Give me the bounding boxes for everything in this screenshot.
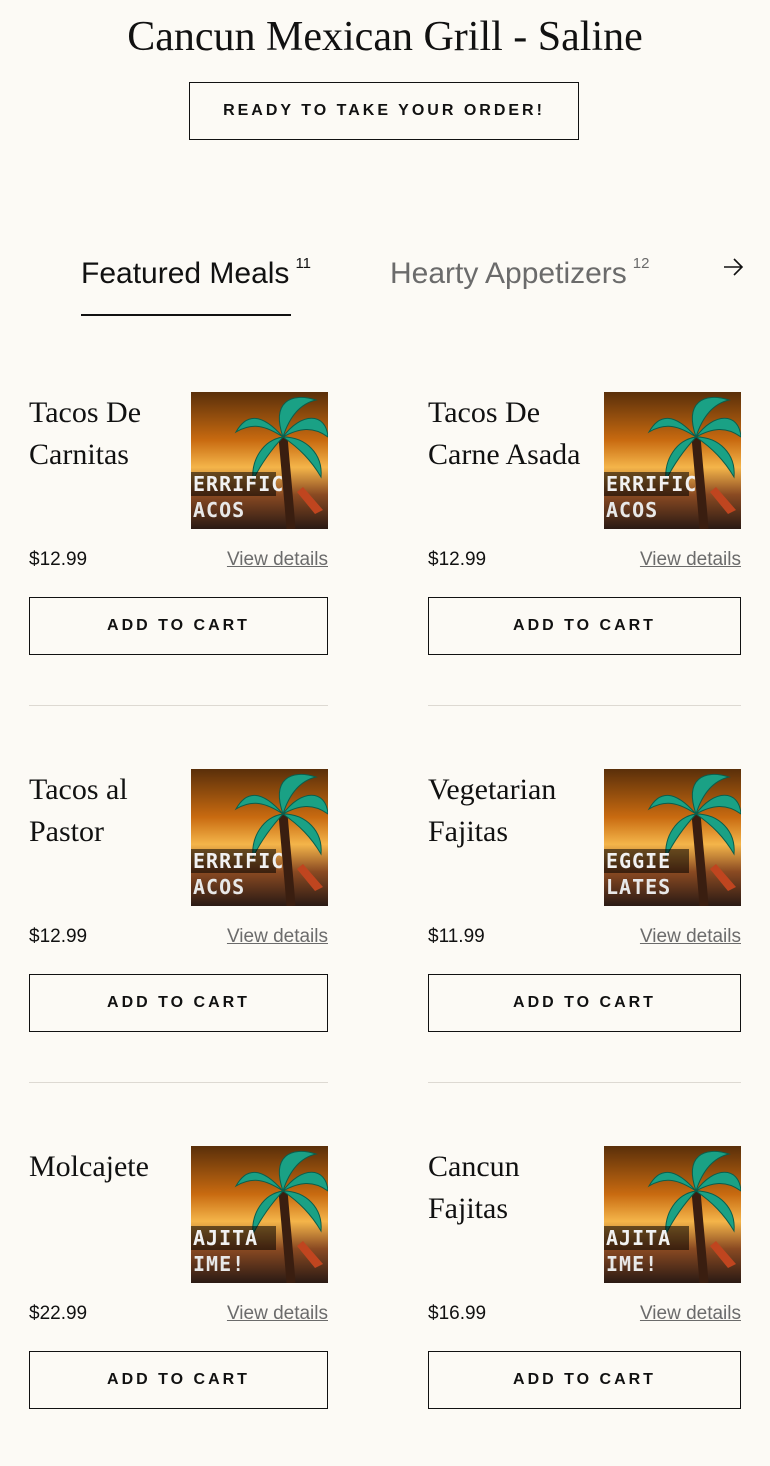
active-tab-indicator (81, 314, 291, 316)
product-name[interactable]: Tacos al Pastor (29, 769, 184, 853)
product-price: $22.99 (29, 1303, 88, 1324)
divider (428, 705, 741, 706)
product-price: $12.99 (29, 926, 88, 947)
product-price: $12.99 (29, 549, 88, 570)
thumb-text: LATES (606, 875, 671, 899)
add-to-cart-button[interactable]: ADD TO CART (29, 597, 328, 655)
thumb-text: IME! (193, 1252, 245, 1276)
view-details-link[interactable]: View details (227, 926, 328, 948)
thumb-text: EGGIE (606, 849, 671, 873)
tab-count: 12 (632, 255, 650, 272)
thumb-text: AJITA (193, 1226, 258, 1250)
product-name[interactable]: Molcajete (29, 1146, 184, 1188)
product-image[interactable]: ERRIFIC ACOS (191, 769, 328, 906)
product-card: Tacos al Pastor ERRIFIC ACOS $12.99 View… (29, 769, 328, 1089)
product-card: Tacos De Carnitas ERRIFIC ACOS $12.99 Vi… (29, 392, 328, 712)
thumb-text: AJITA (606, 1226, 671, 1250)
product-card: Cancun Fajitas AJITA IME! $16.99 View de… (428, 1146, 741, 1466)
page-title: Cancun Mexican Grill - Saline (127, 14, 643, 60)
product-card: Vegetarian Fajitas EGGIE LATES $11.99 Vi… (428, 769, 741, 1089)
product-price: $12.99 (428, 549, 487, 570)
add-to-cart-button[interactable]: ADD TO CART (29, 974, 328, 1032)
tab-label: Featured Meals (81, 257, 290, 290)
add-to-cart-button[interactable]: ADD TO CART (428, 1351, 741, 1409)
view-details-link[interactable]: View details (640, 1303, 741, 1325)
tab-count: 11 (295, 255, 312, 272)
product-image[interactable]: AJITA IME! (604, 1146, 741, 1283)
view-details-link[interactable]: View details (640, 926, 741, 948)
add-to-cart-button[interactable]: ADD TO CART (428, 974, 741, 1032)
thumb-text: ERRIFIC (606, 472, 697, 496)
product-name[interactable]: Tacos De Carnitas (29, 392, 184, 476)
product-image[interactable]: EGGIE LATES (604, 769, 741, 906)
product-price: $16.99 (428, 1303, 487, 1324)
thumb-text: ACOS (193, 498, 245, 522)
tab-label: Hearty Appetizers (390, 257, 627, 290)
thumb-text: ACOS (606, 498, 658, 522)
product-card: Molcajete AJITA IME! $22.99 View details… (29, 1146, 328, 1466)
product-price: $11.99 (428, 926, 485, 947)
view-details-link[interactable]: View details (640, 549, 741, 571)
view-details-link[interactable]: View details (227, 1303, 328, 1325)
product-name[interactable]: Vegetarian Fajitas (428, 769, 598, 853)
thumb-text: IME! (606, 1252, 658, 1276)
product-image[interactable]: ERRIFIC ACOS (191, 392, 328, 529)
product-card: Tacos De Carne Asada ERRIFIC ACOS $12.99… (428, 392, 741, 712)
divider (428, 1082, 741, 1083)
product-name[interactable]: Tacos De Carne Asada (428, 392, 598, 476)
arrow-right-icon[interactable] (718, 252, 748, 282)
add-to-cart-button[interactable]: ADD TO CART (29, 1351, 328, 1409)
tab-hearty-appetizers[interactable]: Hearty Appetizers 12 (390, 248, 649, 294)
tab-featured-meals[interactable]: Featured Meals 11 (81, 248, 311, 294)
product-image[interactable]: AJITA IME! (191, 1146, 328, 1283)
thumb-text: ERRIFIC (193, 472, 284, 496)
ready-to-order-button[interactable]: READY TO TAKE YOUR ORDER! (189, 82, 579, 140)
thumb-text: ACOS (193, 875, 245, 899)
product-image[interactable]: ERRIFIC ACOS (604, 392, 741, 529)
divider (29, 1082, 328, 1083)
thumb-text: ERRIFIC (193, 849, 284, 873)
divider (29, 705, 328, 706)
product-name[interactable]: Cancun Fajitas (428, 1146, 598, 1230)
add-to-cart-button[interactable]: ADD TO CART (428, 597, 741, 655)
view-details-link[interactable]: View details (227, 549, 328, 571)
